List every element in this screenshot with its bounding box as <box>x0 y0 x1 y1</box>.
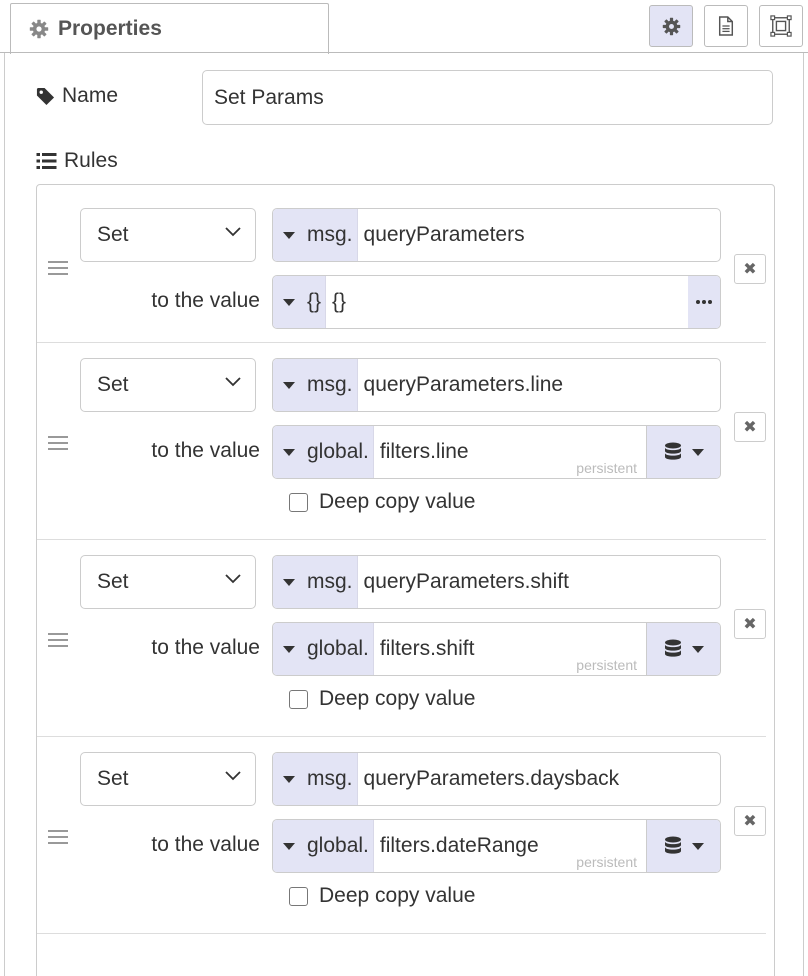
rule-value-input[interactable]: global. filters.shift persistent <box>272 622 721 676</box>
chevron-down-icon <box>225 377 241 387</box>
delete-rule-button[interactable]: ✖ <box>734 254 766 284</box>
drag-handle-icon[interactable] <box>48 633 68 647</box>
name-input-value: Set Params <box>214 85 324 109</box>
persistent-hint: persistent <box>576 854 637 870</box>
deep-copy-checkbox[interactable]: Deep copy value <box>289 884 475 908</box>
tab-strip: Properties <box>0 0 808 54</box>
rule-action-select[interactable]: Set <box>80 358 256 412</box>
rule-action-select[interactable]: Set <box>80 752 256 806</box>
properties-view-button[interactable] <box>649 5 693 47</box>
to-the-value-label: to the value <box>151 833 260 856</box>
to-the-value-label: to the value <box>151 289 260 312</box>
caret-down-icon <box>691 645 704 653</box>
caret-down-icon <box>283 298 295 306</box>
persistent-hint: persistent <box>576 657 637 673</box>
target-value: queryParameters.line <box>363 373 564 396</box>
name-input[interactable]: Set Params <box>202 70 773 125</box>
rules-label-text: Rules <box>64 149 118 172</box>
caret-down-icon <box>283 231 295 239</box>
delete-rule-button[interactable]: ✖ <box>734 412 766 442</box>
value-text: filters.dateRange <box>379 834 539 857</box>
chevron-down-icon <box>225 574 241 584</box>
rule-divider <box>37 342 766 343</box>
target-value: queryParameters.daysback <box>363 767 620 790</box>
target-value: queryParameters.shift <box>363 570 569 593</box>
caret-down-icon <box>283 448 295 456</box>
caret-down-icon <box>691 842 704 850</box>
rule-target-input[interactable]: msg. queryParameters <box>272 208 721 262</box>
target-type-button[interactable]: msg. <box>273 359 358 411</box>
description-view-button[interactable] <box>704 5 748 47</box>
to-the-value-label: to the value <box>151 636 260 659</box>
tab-properties[interactable]: Properties <box>10 3 329 54</box>
gear-icon <box>662 17 680 35</box>
database-icon <box>664 639 681 657</box>
caret-down-icon <box>283 381 295 389</box>
persistent-hint: persistent <box>576 460 637 476</box>
value-text: filters.line <box>379 440 469 463</box>
rule-target-input[interactable]: msg. queryParameters.daysback <box>272 752 721 806</box>
deep-copy-checkbox[interactable]: Deep copy value <box>289 687 475 711</box>
context-store-button[interactable] <box>646 820 720 872</box>
value-text: {} <box>332 290 347 313</box>
rule-target-input[interactable]: msg. queryParameters.line <box>272 358 721 412</box>
context-store-button[interactable] <box>646 426 720 478</box>
appearance-view-button[interactable] <box>759 5 803 47</box>
caret-down-icon <box>283 578 295 586</box>
checkbox-box[interactable] <box>289 689 308 709</box>
value-type-button[interactable]: global. <box>273 426 374 478</box>
caret-down-icon <box>283 775 295 783</box>
drag-handle-icon[interactable] <box>48 436 68 450</box>
caret-down-icon <box>283 842 295 850</box>
rule-divider <box>37 736 766 737</box>
rule-action-select[interactable]: Set <box>80 555 256 609</box>
name-label-text: Name <box>62 84 119 107</box>
target-type-button[interactable]: msg. <box>273 556 358 608</box>
rule-action-select[interactable]: Set <box>80 208 256 262</box>
delete-rule-button[interactable]: ✖ <box>734 806 766 836</box>
rule-value-input[interactable]: global. filters.line persistent <box>272 425 721 479</box>
caret-down-icon <box>691 448 704 456</box>
target-type-button[interactable]: msg. <box>273 753 358 805</box>
frame-icon <box>770 15 792 37</box>
to-the-value-label: to the value <box>151 439 260 462</box>
deep-copy-checkbox[interactable]: Deep copy value <box>289 490 475 514</box>
checkbox-box[interactable] <box>289 886 308 906</box>
rules-label: Rules <box>36 149 118 173</box>
gear-icon <box>29 19 49 39</box>
drag-handle-icon[interactable] <box>48 830 68 844</box>
delete-rule-button[interactable]: ✖ <box>734 609 766 639</box>
name-label: Name <box>36 84 118 108</box>
caret-down-icon <box>283 645 295 653</box>
database-icon <box>664 442 681 460</box>
value-type-button[interactable]: global. <box>273 623 374 675</box>
chevron-down-icon <box>225 227 241 237</box>
target-value: queryParameters <box>363 223 525 246</box>
drag-handle-icon[interactable] <box>48 261 68 275</box>
list-icon <box>36 153 57 169</box>
rule-value-input[interactable]: {} {} <box>272 275 721 329</box>
checkbox-box[interactable] <box>289 492 308 512</box>
target-type-button[interactable]: msg. <box>273 209 358 261</box>
rules-list: Set msg. queryParameters to the value {}… <box>36 184 775 976</box>
rule-divider <box>37 539 766 540</box>
rule-target-input[interactable]: msg. queryParameters.shift <box>272 555 721 609</box>
tab-label: Properties <box>58 17 162 40</box>
rule-divider <box>37 933 766 934</box>
expand-editor-button[interactable] <box>688 276 720 328</box>
context-store-button[interactable] <box>646 623 720 675</box>
value-type-button[interactable]: {} <box>273 276 327 328</box>
value-text: filters.shift <box>379 637 475 660</box>
value-type-button[interactable]: global. <box>273 820 374 872</box>
rule-value-input[interactable]: global. filters.dateRange persistent <box>272 819 721 873</box>
database-icon <box>664 836 681 854</box>
tag-icon <box>36 87 55 105</box>
document-icon <box>718 16 734 36</box>
chevron-down-icon <box>225 771 241 781</box>
